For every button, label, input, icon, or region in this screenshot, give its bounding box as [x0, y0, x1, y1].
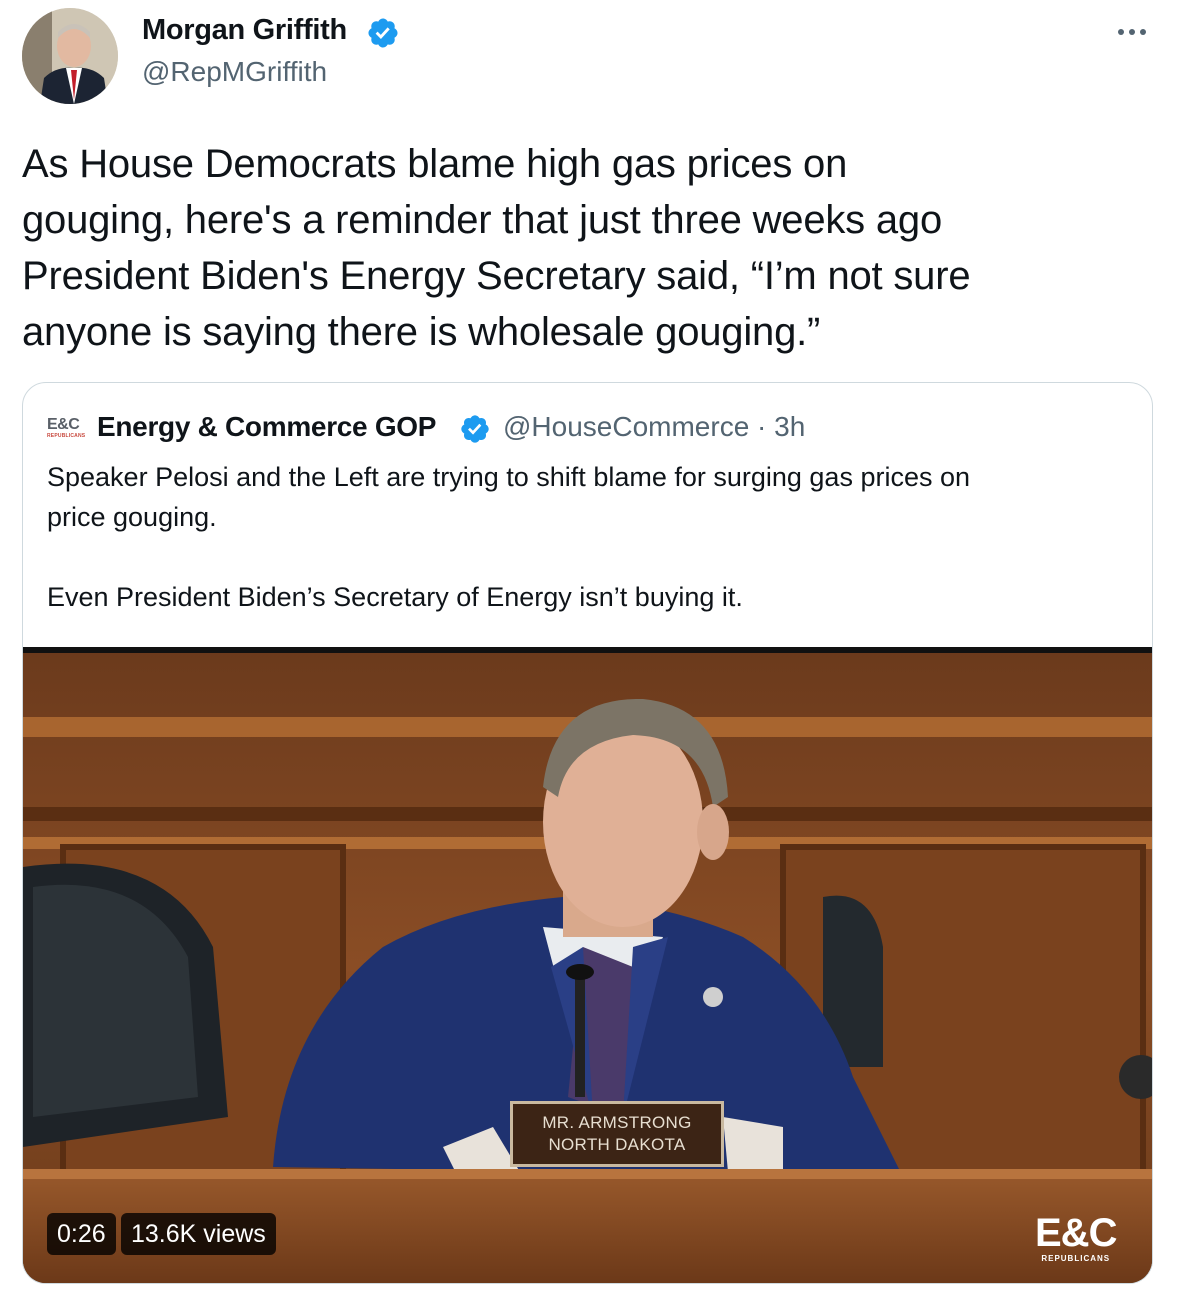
author-avatar[interactable]	[22, 8, 118, 104]
nameplate-line-2: NORTH DAKOTA	[548, 1135, 686, 1154]
quoted-text: Speaker Pelosi and the Left are trying t…	[47, 462, 971, 612]
quoted-tweet[interactable]: E&C REPUBLICANS Energy & Commerce GOP @H…	[22, 382, 1153, 1284]
more-dot-icon	[1129, 29, 1135, 35]
video-views-badge: 13.6K views	[121, 1213, 276, 1255]
more-options-button[interactable]	[1110, 14, 1154, 50]
video-duration-badge: 0:26	[47, 1213, 116, 1255]
quoted-author-name[interactable]: Energy & Commerce GOP	[97, 411, 436, 443]
more-dot-icon	[1118, 29, 1124, 35]
more-dot-icon	[1140, 29, 1146, 35]
tweet-card: Morgan Griffith @RepMGriffith As House D…	[0, 0, 1182, 1300]
quoted-logo-subtext: REPUBLICANS	[47, 433, 86, 439]
avatar-photo	[22, 8, 118, 104]
author-handle[interactable]: @RepMGriffith	[142, 56, 327, 88]
verified-badge-icon	[368, 18, 398, 48]
tweet-text: As House Democrats blame high gas prices…	[22, 142, 971, 354]
nameplate-line-1: MR. ARMSTRONG	[542, 1113, 692, 1132]
video-player[interactable]: MR. ARMSTRONG NORTH DAKOTA 0:26 13.6K vi…	[23, 647, 1152, 1283]
quoted-author-logo[interactable]: E&C REPUBLICANS	[47, 417, 91, 443]
video-brand-logo: E&C REPUBLICANS	[1035, 1211, 1117, 1265]
verified-badge-icon	[461, 415, 489, 443]
video-brand-text: E&C	[1035, 1211, 1117, 1255]
quoted-handle-time[interactable]: @HouseCommerce · 3h	[503, 411, 805, 443]
video-nameplate: MR. ARMSTRONG NORTH DAKOTA	[510, 1101, 724, 1167]
video-frame-image	[23, 647, 1152, 1283]
quoted-logo-text: E&C	[47, 416, 80, 433]
author-name[interactable]: Morgan Griffith	[142, 14, 347, 47]
video-brand-subtext: REPUBLICANS	[1041, 1254, 1111, 1263]
